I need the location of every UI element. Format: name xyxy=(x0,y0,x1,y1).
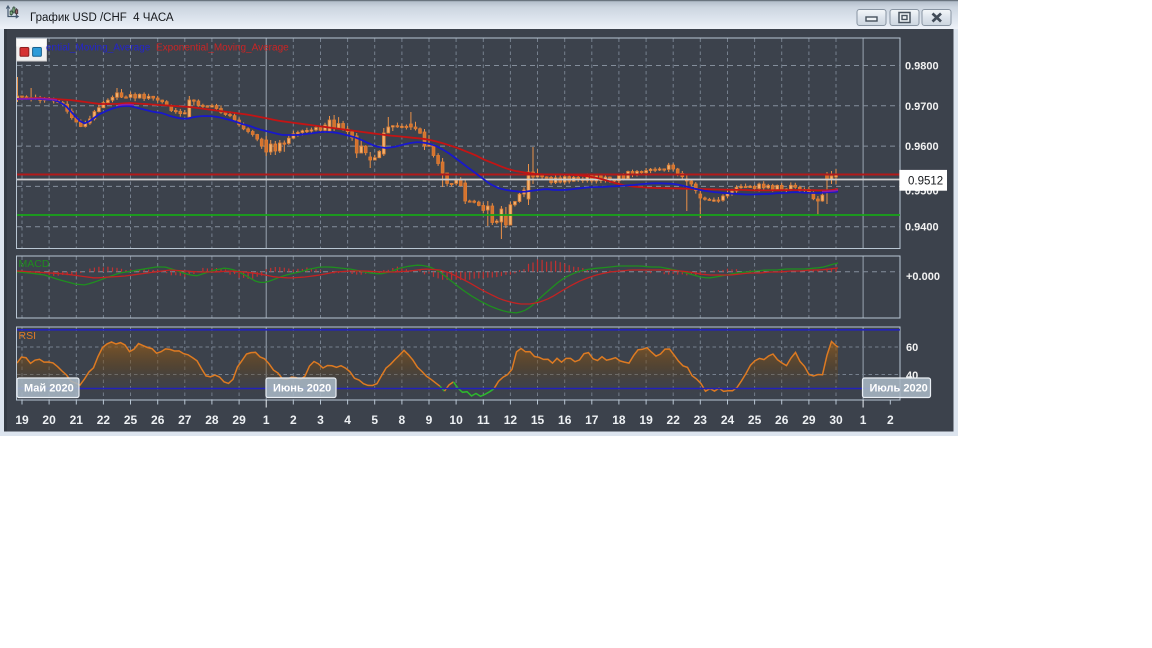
svg-text:24: 24 xyxy=(721,413,735,427)
svg-text:Exponential_Moving_Average: Exponential_Moving_Average xyxy=(156,43,289,54)
svg-text:26: 26 xyxy=(775,413,789,427)
svg-text:27: 27 xyxy=(178,413,192,427)
svg-text:9: 9 xyxy=(426,413,433,427)
svg-text:0.9512: 0.9512 xyxy=(908,176,943,188)
svg-text:4: 4 xyxy=(344,413,351,427)
svg-text:+0.000: +0.000 xyxy=(906,271,940,283)
svg-text:29: 29 xyxy=(232,413,246,427)
svg-text:23: 23 xyxy=(694,413,708,427)
svg-text:1: 1 xyxy=(860,413,867,427)
svg-text:25: 25 xyxy=(124,413,138,427)
svg-text:Май 2020: Май 2020 xyxy=(24,383,74,395)
svg-text:28: 28 xyxy=(205,413,219,427)
svg-text:MACD: MACD xyxy=(19,258,50,270)
svg-text:16: 16 xyxy=(558,413,572,427)
svg-text:12: 12 xyxy=(504,413,518,427)
svg-text:0.9400: 0.9400 xyxy=(905,222,939,234)
svg-text:Июнь 2020: Июнь 2020 xyxy=(273,383,331,395)
svg-text:20: 20 xyxy=(42,413,56,427)
svg-text:30: 30 xyxy=(829,413,843,427)
svg-text:60: 60 xyxy=(906,342,918,354)
svg-text:5: 5 xyxy=(371,413,378,427)
svg-text:11: 11 xyxy=(477,413,490,427)
svg-text:19: 19 xyxy=(639,413,653,427)
svg-text:Июль 2020: Июль 2020 xyxy=(870,383,928,395)
svg-text:1: 1 xyxy=(263,413,270,427)
svg-text:22: 22 xyxy=(667,413,681,427)
svg-text:График USD /CHF 4 ЧАСА: График USD /CHF 4 ЧАСА xyxy=(30,12,174,24)
svg-text:10: 10 xyxy=(449,413,463,427)
svg-text:ential_Moving_Average: ential_Moving_Average xyxy=(46,43,151,54)
svg-text:8: 8 xyxy=(399,413,406,427)
svg-text:21: 21 xyxy=(70,413,84,427)
svg-text:29: 29 xyxy=(802,413,816,427)
svg-text:25: 25 xyxy=(748,413,762,427)
svg-text:17: 17 xyxy=(585,413,599,427)
svg-text:22: 22 xyxy=(97,413,111,427)
svg-text:0.9700: 0.9700 xyxy=(905,101,939,113)
svg-text:15: 15 xyxy=(531,413,545,427)
svg-text:26: 26 xyxy=(151,413,165,427)
svg-text:3: 3 xyxy=(317,413,324,427)
svg-text:19: 19 xyxy=(15,413,29,427)
svg-text:0.9600: 0.9600 xyxy=(905,141,939,153)
svg-text:18: 18 xyxy=(612,413,626,427)
svg-text:RSI: RSI xyxy=(19,330,37,342)
svg-text:2: 2 xyxy=(290,413,297,427)
svg-text:0.9800: 0.9800 xyxy=(905,61,939,73)
svg-text:2: 2 xyxy=(887,413,894,427)
